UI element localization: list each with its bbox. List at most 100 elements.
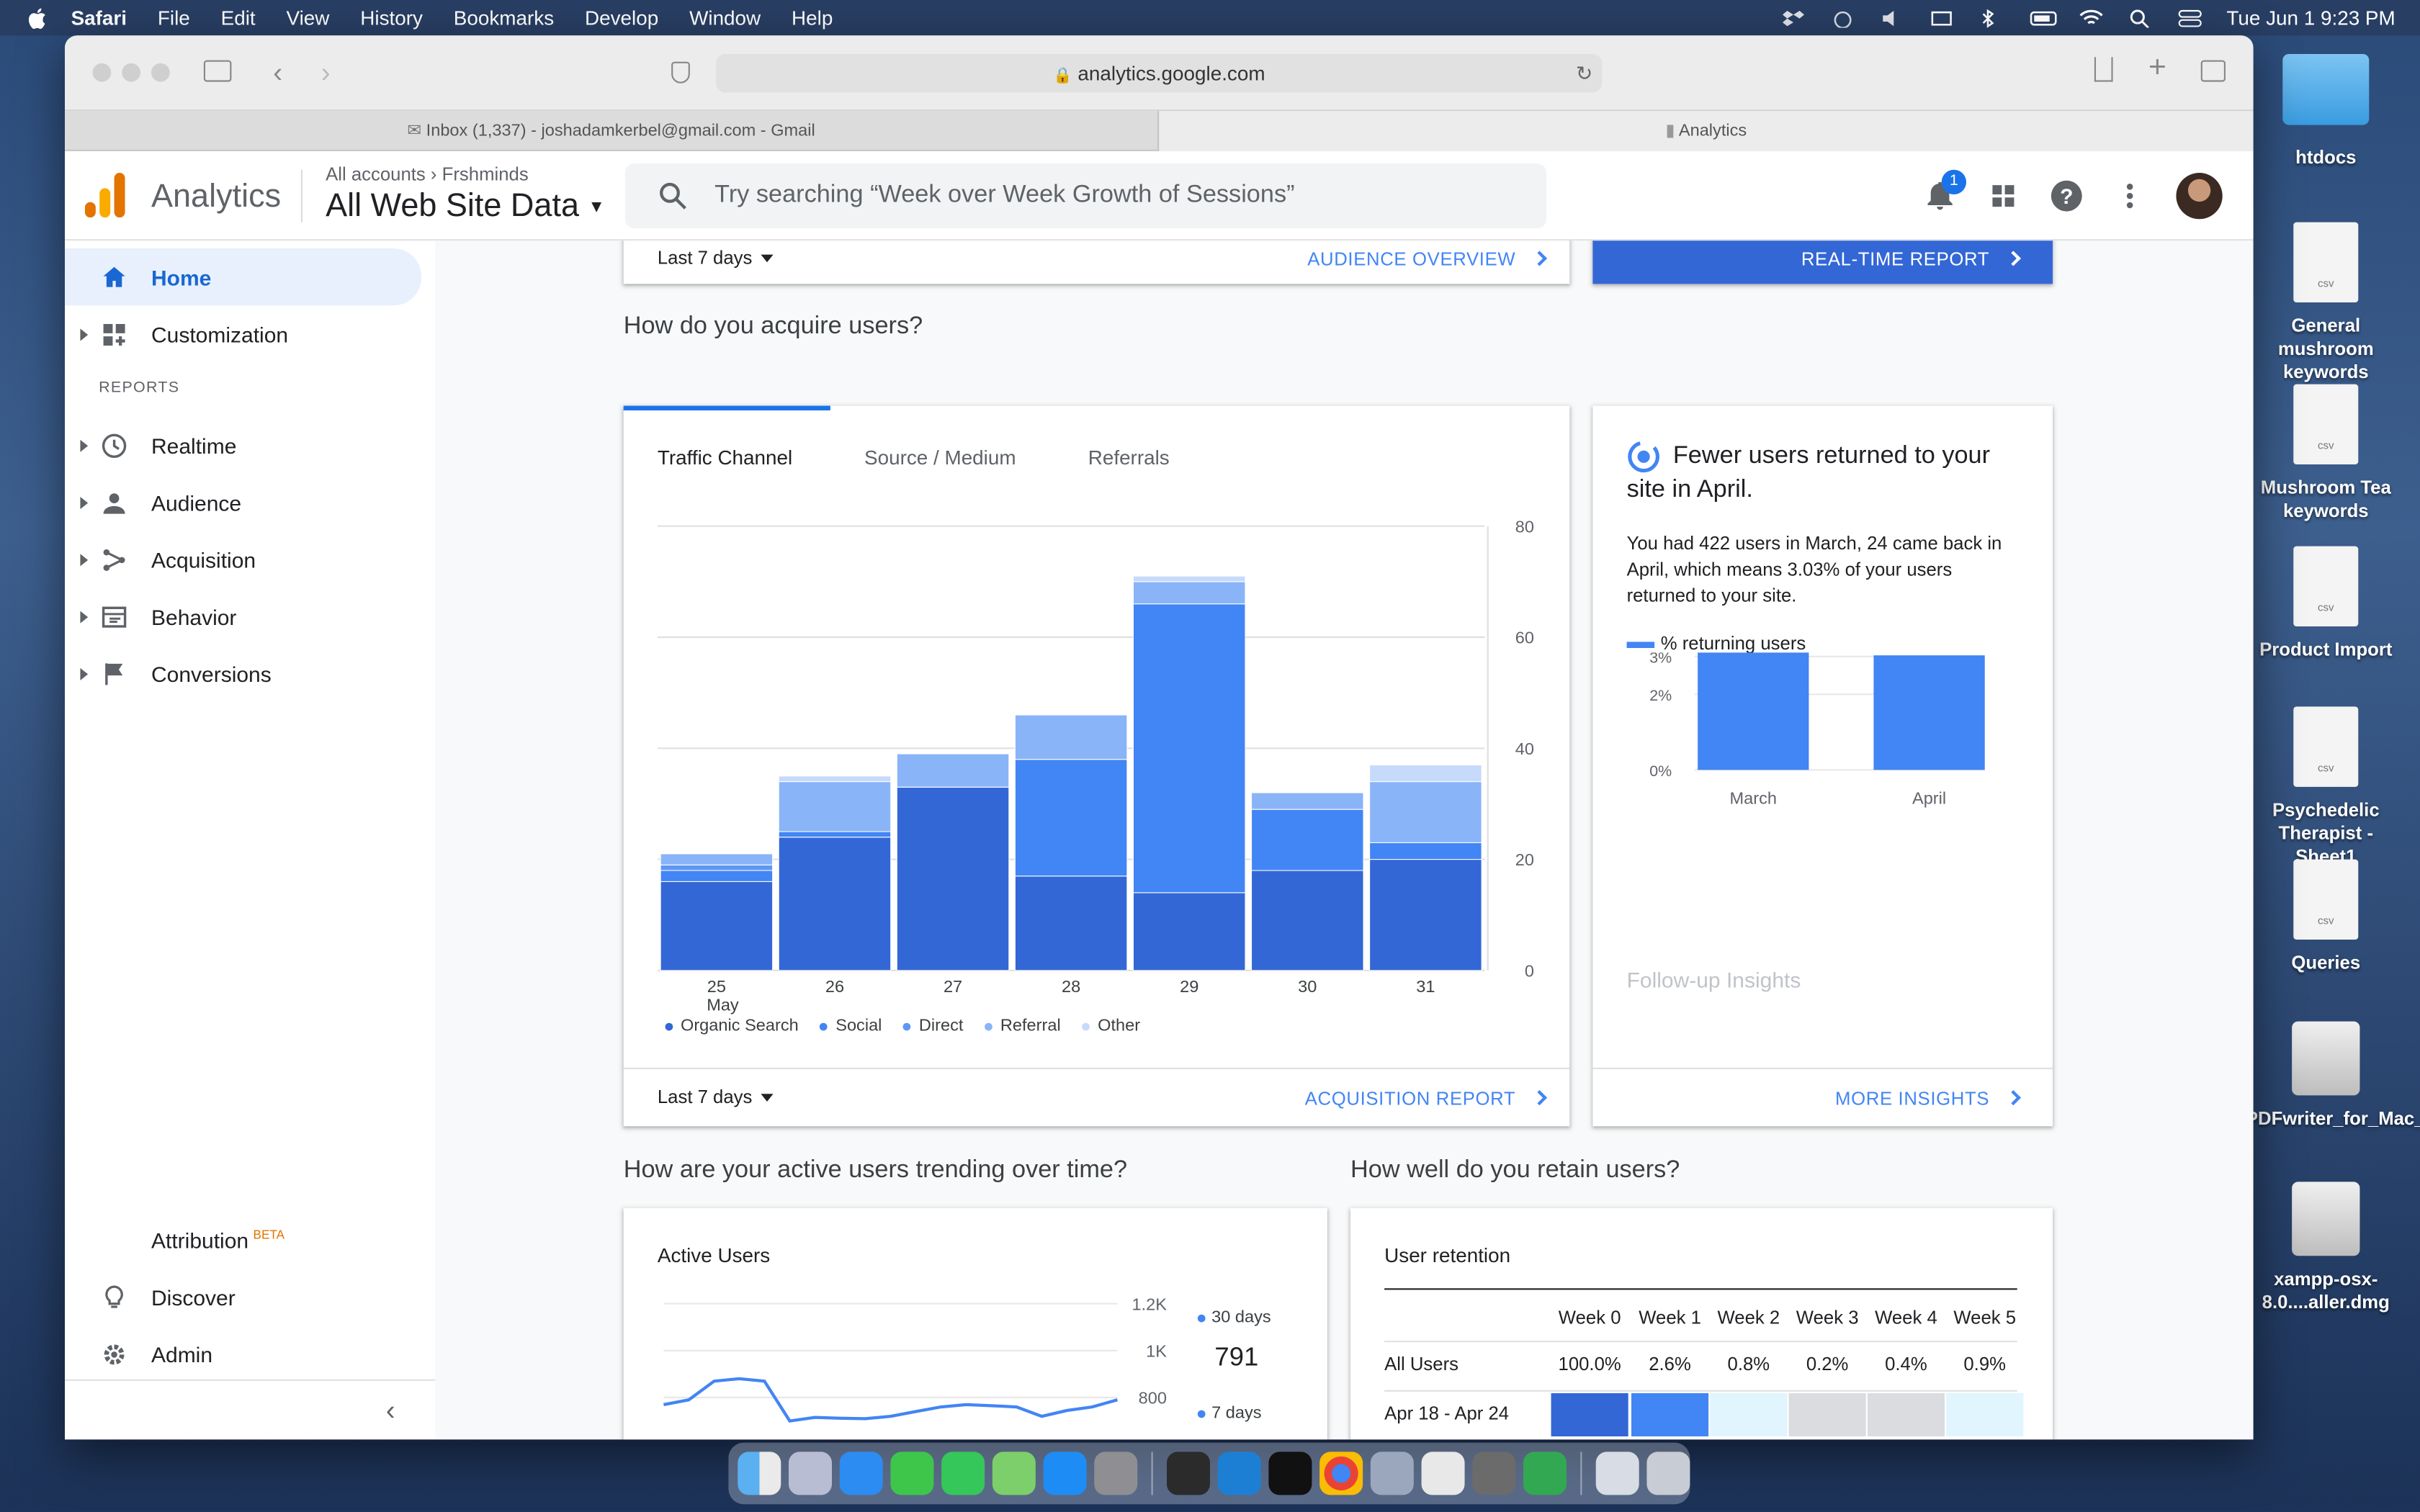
desktop-file-queries[interactable]: Queries <box>2246 859 2406 976</box>
nav-home[interactable]: Home <box>65 248 421 306</box>
tab-overview-icon[interactable] <box>2200 60 2226 82</box>
nav-realtime[interactable]: Realtime <box>65 417 421 474</box>
new-tab-icon[interactable]: + <box>2148 51 2166 86</box>
facetime-icon[interactable] <box>890 1452 934 1495</box>
dropbox-icon[interactable] <box>1782 9 1804 27</box>
browser-tab-gmail[interactable]: ✉ Inbox (1,337) - joshadamkerbel@gmail.c… <box>65 111 1160 151</box>
wifi-icon[interactable] <box>2079 9 2102 27</box>
privacy-shield-icon[interactable] <box>671 61 690 84</box>
keychain-icon[interactable] <box>1472 1452 1516 1495</box>
account-breadcrumb[interactable]: All accounts › Frshminds <box>326 163 529 185</box>
downloads-stack-icon[interactable] <box>1595 1452 1639 1495</box>
zoom-window-button[interactable] <box>151 63 170 82</box>
nav-admin[interactable]: Admin <box>65 1326 421 1382</box>
analytics-brand[interactable]: Analytics <box>151 179 281 216</box>
retention-heat-cell[interactable] <box>1788 1392 1866 1436</box>
apps-grid-icon[interactable] <box>1986 179 2020 213</box>
realtime-report-link[interactable]: REAL-TIME REPORT <box>1801 248 2021 270</box>
numbers-icon[interactable] <box>1523 1452 1567 1495</box>
search-input[interactable]: Try searching “Week over Week Growth of … <box>624 163 1547 229</box>
app-store-icon[interactable] <box>1043 1452 1087 1495</box>
airdrop-icon[interactable] <box>1832 9 1853 28</box>
desktop-file-general-mushroom[interactable]: General mushroom keywords <box>2246 222 2406 384</box>
menu-edit[interactable]: Edit <box>221 6 256 30</box>
share-icon[interactable] <box>2094 57 2113 82</box>
menu-view[interactable]: View <box>287 6 330 30</box>
retention-heat-cell[interactable] <box>1551 1392 1628 1436</box>
messages-icon[interactable] <box>941 1452 985 1495</box>
terminal-icon[interactable] <box>1268 1452 1312 1495</box>
nav-conversions[interactable]: Conversions <box>65 645 421 702</box>
vscode-icon[interactable] <box>1217 1452 1261 1495</box>
follow-up-insights[interactable]: Follow-up Insights <box>1627 968 1801 992</box>
retention-heat-cell[interactable] <box>1710 1392 1788 1436</box>
nav-discover[interactable]: Discover <box>65 1268 421 1325</box>
desktop-file-product-import[interactable]: Product Import <box>2246 546 2406 662</box>
property-selector[interactable]: All Web Site Data ▼ <box>326 188 605 225</box>
date-range-dropdown[interactable]: Last 7 days <box>658 247 774 269</box>
menubar-clock[interactable]: Tue Jun 1 9:23 PM <box>2226 6 2395 30</box>
desktop-folder-htdocs[interactable]: htdocs <box>2246 54 2406 170</box>
menu-bookmarks[interactable]: Bookmarks <box>454 6 554 30</box>
retention-heat-cell[interactable] <box>1867 1392 1945 1436</box>
tab-referrals[interactable]: Referrals <box>1088 446 1170 469</box>
desktop-file-xampp[interactable]: xampp-osx-8.0....aller.dmg <box>2246 1182 2406 1314</box>
nav-customization[interactable]: Customization <box>65 305 421 362</box>
preview-icon[interactable] <box>1370 1452 1414 1495</box>
date-range-dropdown[interactable]: Last 7 days <box>658 1086 774 1108</box>
more-insights-link[interactable]: MORE INSIGHTS <box>1835 1088 2021 1110</box>
nav-audience[interactable]: Audience <box>65 474 421 531</box>
desktop-file-pdfwriter[interactable]: PDFwriter_for_Mac_1.2.1.dmg <box>2246 1021 2420 1131</box>
battery-icon[interactable] <box>2029 9 2056 27</box>
legend-other[interactable]: Other <box>1083 1017 1140 1035</box>
menu-window[interactable]: Window <box>689 6 761 30</box>
more-vert-icon[interactable] <box>2113 179 2147 213</box>
volume-icon[interactable] <box>1881 9 1902 27</box>
back-icon[interactable]: ‹ <box>273 58 282 86</box>
audience-overview-link[interactable]: AUDIENCE OVERVIEW <box>1307 248 1548 270</box>
spotlight-icon[interactable] <box>2128 9 2149 28</box>
legend-social[interactable]: Social <box>820 1017 882 1035</box>
chrome-icon[interactable] <box>1319 1452 1363 1495</box>
menu-file[interactable]: File <box>158 6 190 30</box>
nav-behavior[interactable]: Behavior <box>65 588 421 644</box>
legend-referral[interactable]: Referral <box>985 1017 1061 1035</box>
collapse-nav-button[interactable]: ‹ <box>65 1379 436 1440</box>
display-icon[interactable] <box>1930 9 1952 27</box>
nav-attribution[interactable]: Attribution BETA <box>65 1211 421 1268</box>
menu-develop[interactable]: Develop <box>585 6 658 30</box>
legend-direct[interactable]: Direct <box>903 1017 964 1035</box>
retention-heat-cell[interactable] <box>1631 1392 1709 1436</box>
browser-tab-analytics[interactable]: ▮ Analytics <box>1159 111 2254 151</box>
reload-icon[interactable]: ↻ <box>1576 54 1592 93</box>
minimize-window-button[interactable] <box>122 63 140 82</box>
acquisition-report-link[interactable]: ACQUISITION REPORT <box>1305 1088 1548 1110</box>
control-center-icon[interactable] <box>2177 9 2202 27</box>
menu-app-name[interactable]: Safari <box>71 6 127 30</box>
trash-icon[interactable] <box>1646 1452 1690 1495</box>
maps-icon[interactable] <box>992 1452 1036 1495</box>
finder-icon[interactable] <box>738 1452 781 1495</box>
legend-organic-search[interactable]: Organic Search <box>666 1017 799 1035</box>
forward-icon[interactable]: › <box>321 58 331 86</box>
notifications-bell-icon[interactable]: 1 <box>1923 169 1966 213</box>
alfred-icon[interactable] <box>1167 1452 1210 1495</box>
apple-icon[interactable] <box>28 7 50 29</box>
desktop-file-psychedelic[interactable]: Psychedelic Therapist - Sheet1 <box>2246 706 2406 868</box>
tab-traffic-channel[interactable]: Traffic Channel <box>658 446 792 469</box>
retention-heat-cell[interactable] <box>1946 1392 2024 1436</box>
analytics-logo-icon[interactable] <box>84 173 125 219</box>
help-icon[interactable]: ? <box>2050 179 2084 213</box>
menu-help[interactable]: Help <box>792 6 833 30</box>
user-avatar[interactable] <box>2176 173 2223 220</box>
slack-icon[interactable] <box>1421 1452 1465 1495</box>
launchpad-icon[interactable] <box>789 1452 832 1495</box>
bluetooth-icon[interactable] <box>1980 8 2002 27</box>
address-bar[interactable]: 🔒 analytics.google.com ↻ <box>716 54 1603 93</box>
desktop-file-mushroom-tea[interactable]: Mushroom Tea keywords <box>2246 384 2406 523</box>
nav-acquisition[interactable]: Acquisition <box>65 531 421 588</box>
system-preferences-icon[interactable] <box>1094 1452 1138 1495</box>
close-window-button[interactable] <box>92 63 112 82</box>
sidebar-toggle-icon[interactable] <box>203 60 232 82</box>
safari-icon[interactable] <box>839 1452 883 1495</box>
